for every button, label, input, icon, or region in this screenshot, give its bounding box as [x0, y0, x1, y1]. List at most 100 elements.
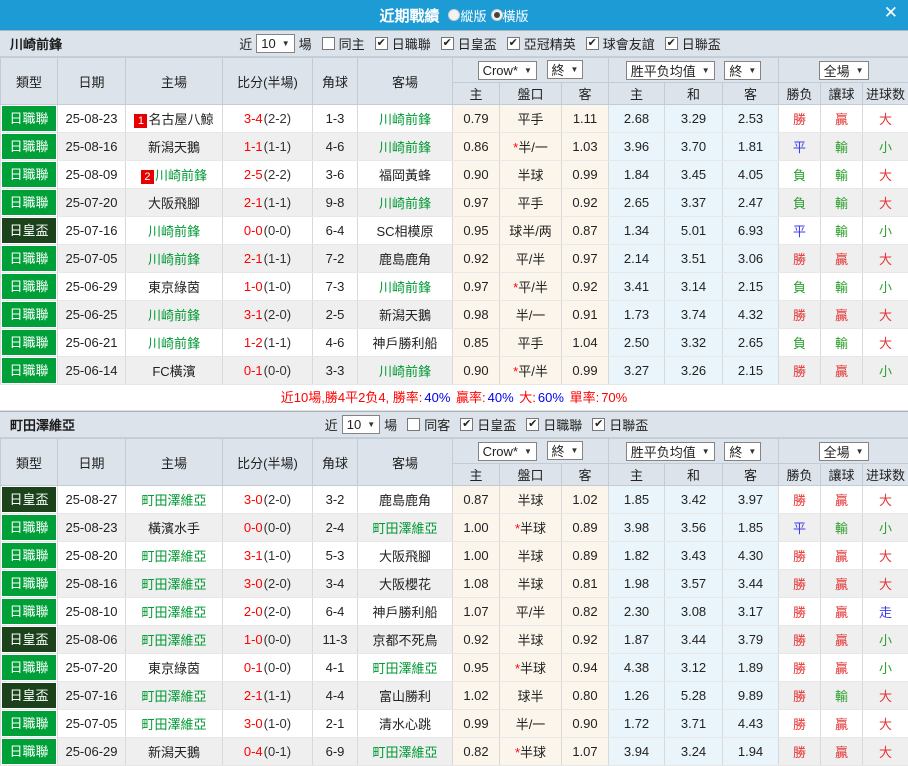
league-type-cell: 日職聯: [1, 301, 58, 329]
summary-segment: 40%: [488, 390, 514, 405]
col-home: 主場: [126, 439, 223, 486]
away-team-cell: SC相模原: [358, 217, 453, 245]
away-team-name: SC相模原: [376, 224, 433, 239]
home-odds-cell: 0.86: [453, 133, 500, 161]
away-team-cell: 町田澤維亞: [358, 654, 453, 682]
filter-option-label: 同主: [339, 34, 365, 53]
league-type-cell: 日皇盃: [1, 682, 58, 710]
games-count-select[interactable]: 10▼: [256, 34, 294, 53]
league-type-cell: 日職聯: [1, 357, 58, 385]
avg-time-value: 終: [729, 61, 742, 80]
away-odds-cell: 0.89: [562, 542, 609, 570]
fullmatch-select[interactable]: 全場 ▼: [819, 61, 869, 80]
away-odds-cell: 0.91: [562, 301, 609, 329]
home-team-cell: 町田澤維亞: [126, 710, 223, 738]
league-type-badge: 日皇盃: [2, 218, 56, 243]
date-cell: 25-08-23: [58, 105, 126, 133]
result-cell: 勝: [779, 357, 821, 385]
corner-cell: 9-8: [313, 189, 358, 217]
halftime-score: (1-1): [264, 688, 291, 703]
filter-checkbox[interactable]: [407, 418, 420, 431]
home-team-cell: 川崎前鋒: [126, 217, 223, 245]
home-team-name: 川崎前鋒: [148, 336, 200, 351]
corner-cell: 11-3: [313, 626, 358, 654]
home-odds-cell: 0.90: [453, 357, 500, 385]
home-avg-cell: 2.14: [609, 245, 665, 273]
match-row: 日職聯25-06-21川崎前鋒1-2(1-1)4-6神戶勝利船0.85平手1.0…: [1, 329, 908, 357]
handicap-cell: 平手: [500, 189, 562, 217]
odds-time-select[interactable]: 終 ▼: [547, 60, 584, 79]
col-score: 比分(半場): [223, 58, 313, 105]
fullmatch-select[interactable]: 全場 ▼: [819, 442, 869, 461]
league-type-badge: 日職聯: [2, 599, 56, 624]
away-team-name: 川崎前鋒: [379, 280, 431, 295]
handicap-text: 半球: [520, 521, 546, 536]
filter-checkbox[interactable]: ✔: [375, 37, 388, 50]
away-avg-cell: 1.89: [723, 654, 779, 682]
date-cell: 25-08-27: [58, 486, 126, 514]
close-icon[interactable]: ✕: [884, 3, 898, 23]
handicap-result-cell: 贏: [821, 598, 863, 626]
chevron-down-icon: ▼: [367, 420, 375, 429]
score-cell: 3-4(2-2): [223, 105, 313, 133]
odds-company-select[interactable]: Crow* ▼: [478, 61, 537, 80]
col-handicap: 盤口: [500, 83, 562, 105]
home-avg-cell: 3.96: [609, 133, 665, 161]
halftime-score: (1-1): [264, 251, 291, 266]
odds-time-select[interactable]: 終 ▼: [547, 441, 584, 460]
near-label: 近: [325, 415, 338, 434]
home-avg-cell: 3.27: [609, 357, 665, 385]
draw-avg-cell: 3.74: [665, 301, 723, 329]
col-odds-away: 客: [562, 464, 609, 486]
filter-checkbox[interactable]: ✔: [507, 37, 520, 50]
avg-time-select[interactable]: 終 ▼: [724, 442, 761, 461]
handicap-result-cell: 贏: [821, 486, 863, 514]
halftime-score: (0-1): [264, 744, 291, 759]
handicap-text: 平手: [517, 196, 543, 211]
games-count-select[interactable]: 10▼: [342, 415, 380, 434]
handicap-text: 半球: [520, 661, 546, 676]
home-team-name: 町田澤維亞: [141, 689, 206, 704]
filter-checkbox[interactable]: [322, 37, 335, 50]
col-avg-home: 主: [609, 83, 665, 105]
odds-company-select[interactable]: Crow* ▼: [478, 442, 537, 461]
avg-type-select[interactable]: 胜平负均值 ▼: [626, 442, 715, 461]
filter-checkbox[interactable]: ✔: [526, 418, 539, 431]
view-option-label: 縱版: [460, 9, 486, 24]
away-team-name: 大阪飛腳: [379, 549, 431, 564]
view-radio-selected[interactable]: [491, 9, 503, 21]
filter-checkbox[interactable]: ✔: [586, 37, 599, 50]
filter-checkbox[interactable]: ✔: [441, 37, 454, 50]
halftime-score: (2-2): [264, 167, 291, 182]
filter-checkbox[interactable]: ✔: [460, 418, 473, 431]
avg-type-select[interactable]: 胜平负均值 ▼: [626, 61, 715, 80]
match-row: 日職聯25-07-20東京綠茵0-1(0-0)4-1町田澤維亞0.95*半球0.…: [1, 654, 908, 682]
avg-time-select[interactable]: 終 ▼: [724, 61, 761, 80]
goals-result-cell: 小: [863, 626, 908, 654]
home-odds-cell: 0.95: [453, 654, 500, 682]
away-team-name: 川崎前鋒: [379, 364, 431, 379]
draw-avg-cell: 3.29: [665, 105, 723, 133]
away-odds-cell: 0.89: [562, 514, 609, 542]
col-date: 日期: [58, 439, 126, 486]
filter-checkbox[interactable]: ✔: [665, 37, 678, 50]
league-type-badge: 日職聯: [2, 330, 56, 355]
handicap-result-cell: 贏: [821, 105, 863, 133]
home-team-name: 名古屋八鯨: [148, 112, 213, 127]
halftime-score: (1-0): [264, 716, 291, 731]
fulltime-score: 3-1: [244, 307, 263, 322]
home-odds-cell: 0.97: [453, 189, 500, 217]
handicap-cell: *平/半: [500, 273, 562, 301]
handicap-cell: 球半: [500, 682, 562, 710]
score-cell: 3-0(2-0): [223, 570, 313, 598]
away-odds-cell: 0.80: [562, 682, 609, 710]
filter-checkbox[interactable]: ✔: [592, 418, 605, 431]
away-team-name: 新潟天鵝: [379, 308, 431, 323]
fulltime-score: 3-0: [244, 492, 263, 507]
draw-avg-cell: 3.43: [665, 542, 723, 570]
league-type-badge: 日職聯: [2, 190, 56, 215]
view-radio-unselected[interactable]: [448, 9, 460, 21]
draw-avg-cell: 3.08: [665, 598, 723, 626]
away-odds-cell: 0.81: [562, 570, 609, 598]
match-row: 日職聯25-06-29新潟天鵝0-4(0-1)6-9町田澤維亞0.82*半球1.…: [1, 738, 908, 766]
